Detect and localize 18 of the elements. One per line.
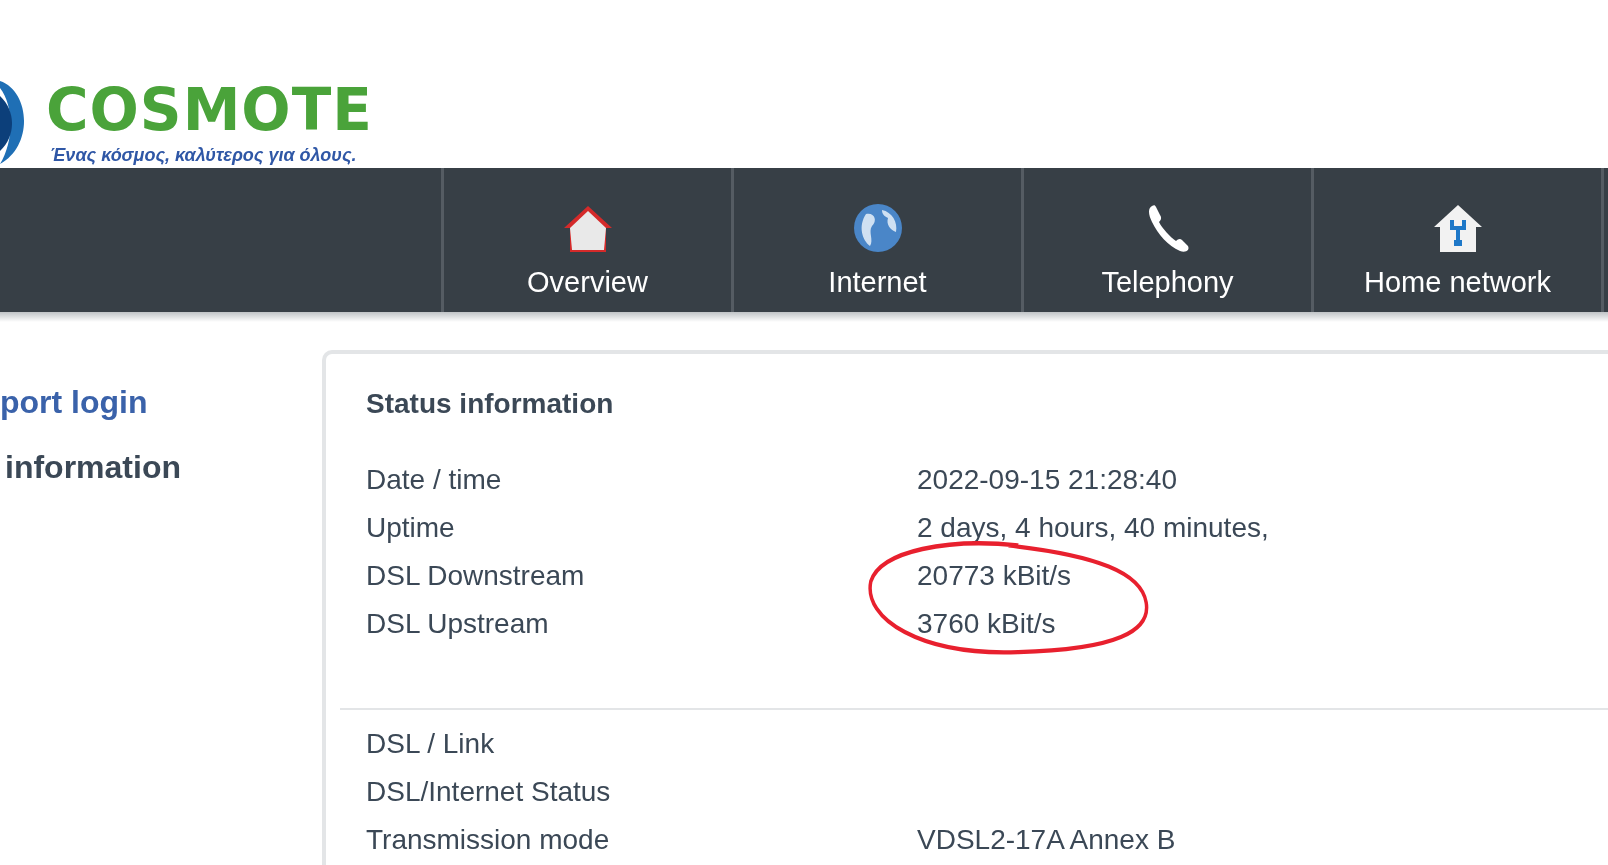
globe-icon (851, 201, 904, 254)
row-value: 2022-09-15 21:28:40 (917, 464, 1177, 496)
row-label: DSL/Internet Status (366, 776, 612, 808)
sidebar-link[interactable]: port login (0, 384, 322, 421)
row-value: 20773 kBit/s (917, 560, 1072, 592)
row-value: VDSL2-17A Annex B (917, 824, 1176, 856)
panel-title: Status information (366, 388, 615, 420)
sidebar-heading: information (4, 449, 182, 486)
row-value: 2 days, 4 hours, 40 minutes, (917, 512, 1269, 544)
brand-logo: COSMOTE (46, 76, 373, 144)
row-label: DSL Downstream (366, 560, 586, 592)
row-value: 3760 kBit/s (917, 608, 1056, 640)
row-label: Date / time (366, 464, 503, 496)
row-label: DSL Upstream (366, 608, 550, 640)
row-label: Transmission mode (366, 824, 611, 856)
logo-tagline: Ένας κόσμος, καλύτερος για όλους. (50, 144, 358, 166)
row-label: Uptime (366, 512, 456, 544)
row-label: DSL / Link (366, 728, 496, 760)
